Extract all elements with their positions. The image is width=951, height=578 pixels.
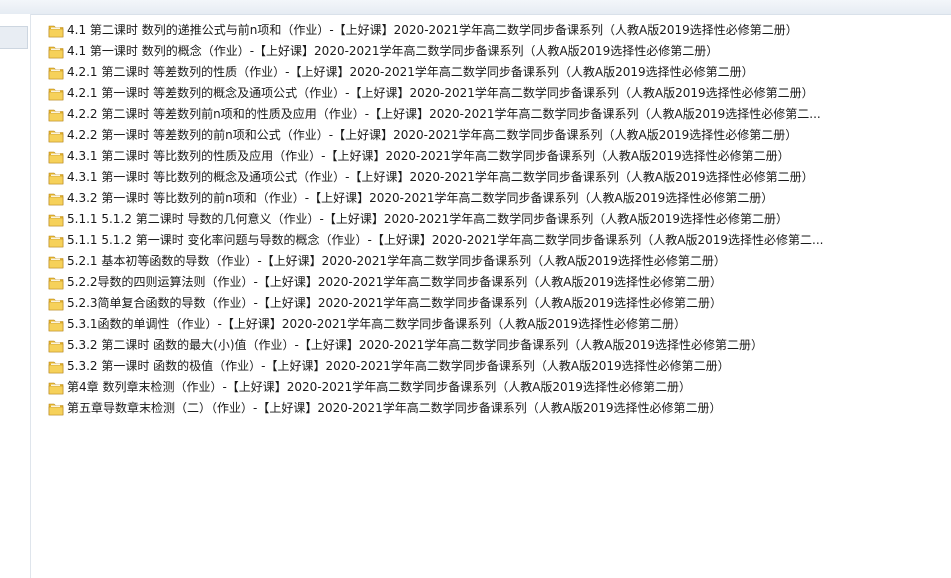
file-name: 5.2.2导数的四则运算法则（作业）-【上好课】2020-2021学年高二数学同… (67, 275, 723, 289)
file-row[interactable]: 4.3.2 第一课时 等比数列的前n项和（作业）-【上好课】2020-2021学… (48, 188, 948, 209)
file-list: 4.1 第二课时 数列的递推公式与前n项和（作业）-【上好课】2020-2021… (48, 20, 948, 419)
folder-icon (48, 170, 64, 186)
file-name: 4.2.1 第二课时 等差数列的性质（作业）-【上好课】2020-2021学年高… (67, 65, 754, 79)
file-row[interactable]: 5.3.2 第二课时 函数的最大(小)值（作业）-【上好课】2020-2021学… (48, 335, 948, 356)
folder-icon (48, 317, 64, 333)
folder-icon (48, 212, 64, 228)
file-name: 5.3.2 第二课时 函数的最大(小)值（作业）-【上好课】2020-2021学… (67, 338, 764, 352)
file-name: 5.2.1 基本初等函数的导数（作业）-【上好课】2020-2021学年高二数学… (67, 254, 726, 268)
folder-icon (48, 275, 64, 291)
file-name: 5.2.3简单复合函数的导数（作业）-【上好课】2020-2021学年高二数学同… (67, 296, 723, 310)
folder-icon (48, 65, 64, 81)
file-row[interactable]: 5.3.1函数的单调性（作业）-【上好课】2020-2021学年高二数学同步备课… (48, 314, 948, 335)
file-name: 4.2.1 第一课时 等差数列的概念及通项公式（作业）-【上好课】2020-20… (67, 86, 814, 100)
file-name: 4.2.2 第二课时 等差数列前n项和的性质及应用（作业）-【上好课】2020-… (67, 107, 821, 121)
file-row[interactable]: 5.2.2导数的四则运算法则（作业）-【上好课】2020-2021学年高二数学同… (48, 272, 948, 293)
file-row[interactable]: 5.1.1 5.1.2 第一课时 变化率问题与导数的概念（作业）-【上好课】20… (48, 230, 948, 251)
file-row[interactable]: 4.2.2 第二课时 等差数列前n项和的性质及应用（作业）-【上好课】2020-… (48, 104, 948, 125)
folder-icon (48, 233, 64, 249)
folder-icon (48, 44, 64, 60)
file-name: 4.3.2 第一课时 等比数列的前n项和（作业）-【上好课】2020-2021学… (67, 191, 774, 205)
file-row[interactable]: 4.2.1 第二课时 等差数列的性质（作业）-【上好课】2020-2021学年高… (48, 62, 948, 83)
folder-icon (48, 128, 64, 144)
file-row[interactable]: 5.2.1 基本初等函数的导数（作业）-【上好课】2020-2021学年高二数学… (48, 251, 948, 272)
file-name: 5.1.1 5.1.2 第一课时 变化率问题与导数的概念（作业）-【上好课】20… (67, 233, 824, 247)
file-explorer-window: 4.1 第二课时 数列的递推公式与前n项和（作业）-【上好课】2020-2021… (0, 0, 951, 578)
file-name: 5.1.1 5.1.2 第二课时 导数的几何意义（作业）-【上好课】2020-2… (67, 212, 789, 226)
folder-icon (48, 401, 64, 417)
folder-icon (48, 149, 64, 165)
folder-icon (48, 86, 64, 102)
file-row[interactable]: 4.1 第一课时 数列的概念（作业）-【上好课】2020-2021学年高二数学同… (48, 41, 948, 62)
folder-icon (48, 380, 64, 396)
file-row[interactable]: 4.2.2 第一课时 等差数列的前n项和公式（作业）-【上好课】2020-202… (48, 125, 948, 146)
file-name: 4.3.1 第一课时 等比数列的概念及通项公式（作业）-【上好课】2020-20… (67, 170, 814, 184)
toolbar-strip (0, 0, 951, 15)
file-name: 第五章导数章末检测（二）（作业）-【上好课】2020-2021学年高二数学同步备… (67, 401, 722, 415)
file-row[interactable]: 第4章 数列章末检测（作业）-【上好课】2020-2021学年高二数学同步备课系… (48, 377, 948, 398)
folder-icon (48, 191, 64, 207)
folder-icon (48, 359, 64, 375)
file-name: 4.1 第一课时 数列的概念（作业）-【上好课】2020-2021学年高二数学同… (67, 44, 719, 58)
file-row[interactable]: 5.3.2 第一课时 函数的极值（作业）-【上好课】2020-2021学年高二数… (48, 356, 948, 377)
file-name: 5.3.1函数的单调性（作业）-【上好课】2020-2021学年高二数学同步备课… (67, 317, 687, 331)
file-row[interactable]: 4.3.1 第二课时 等比数列的性质及应用（作业）-【上好课】2020-2021… (48, 146, 948, 167)
file-name: 4.2.2 第一课时 等差数列的前n项和公式（作业）-【上好课】2020-202… (67, 128, 798, 142)
file-row[interactable]: 4.2.1 第一课时 等差数列的概念及通项公式（作业）-【上好课】2020-20… (48, 83, 948, 104)
file-name: 4.1 第二课时 数列的递推公式与前n项和（作业）-【上好课】2020-2021… (67, 23, 798, 37)
file-name: 第4章 数列章末检测（作业）-【上好课】2020-2021学年高二数学同步备课系… (67, 380, 691, 394)
folder-icon (48, 23, 64, 39)
folder-icon (48, 254, 64, 270)
navigation-pane-selected-item[interactable] (0, 26, 28, 49)
file-row[interactable]: 4.1 第二课时 数列的递推公式与前n项和（作业）-【上好课】2020-2021… (48, 20, 948, 41)
file-row[interactable]: 第五章导数章末检测（二）（作业）-【上好课】2020-2021学年高二数学同步备… (48, 398, 948, 419)
folder-icon (48, 338, 64, 354)
file-row[interactable]: 4.3.1 第一课时 等比数列的概念及通项公式（作业）-【上好课】2020-20… (48, 167, 948, 188)
file-row[interactable]: 5.1.1 5.1.2 第二课时 导数的几何意义（作业）-【上好课】2020-2… (48, 209, 948, 230)
file-name: 5.3.2 第一课时 函数的极值（作业）-【上好课】2020-2021学年高二数… (67, 359, 730, 373)
folder-icon (48, 107, 64, 123)
file-row[interactable]: 5.2.3简单复合函数的导数（作业）-【上好课】2020-2021学年高二数学同… (48, 293, 948, 314)
file-name: 4.3.1 第二课时 等比数列的性质及应用（作业）-【上好课】2020-2021… (67, 149, 790, 163)
navigation-pane[interactable] (0, 14, 31, 578)
folder-icon (48, 296, 64, 312)
